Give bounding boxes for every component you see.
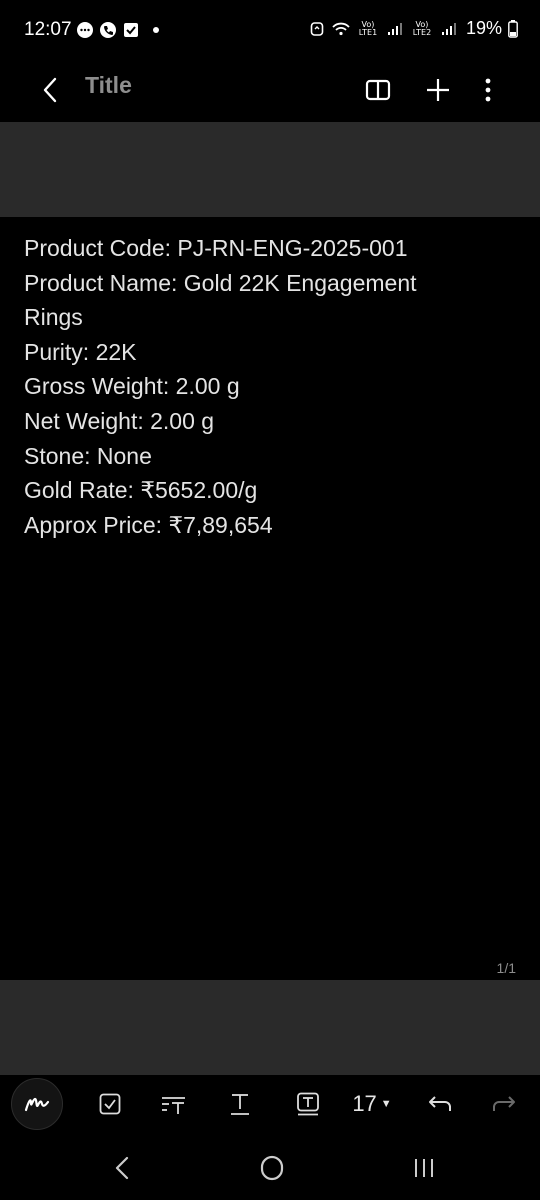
chat-bubble-icon bbox=[76, 21, 94, 39]
font-size-dropdown[interactable]: 17 ▼ bbox=[346, 1075, 398, 1133]
book-icon bbox=[365, 79, 391, 101]
chevron-left-icon bbox=[43, 77, 57, 103]
note-line-purity: Purity: 22K bbox=[24, 338, 137, 365]
redo-icon bbox=[493, 1096, 515, 1111]
signal-icon-1 bbox=[386, 20, 404, 38]
note-line-stone: Stone: None bbox=[24, 442, 152, 469]
handwriting-button[interactable] bbox=[10, 1075, 64, 1133]
editor-toolbar: 17 ▼ bbox=[0, 1075, 540, 1133]
system-navigation-bar bbox=[0, 1133, 540, 1200]
wifi-icon bbox=[332, 20, 350, 38]
text-box-icon bbox=[297, 1092, 319, 1116]
recents-icon bbox=[415, 1159, 433, 1177]
note-title[interactable]: Title bbox=[85, 72, 132, 99]
note-body[interactable]: Product Code: PJ-RN-ENG-2025-001 Product… bbox=[24, 231, 494, 542]
check-box-icon bbox=[122, 21, 140, 39]
battery-icon bbox=[508, 19, 518, 38]
text-box-button[interactable] bbox=[286, 1075, 330, 1133]
network-label-1: Vo) LTE1 bbox=[358, 19, 378, 37]
app-bar: Title bbox=[0, 62, 540, 122]
status-bar: 12:07 Vo) LTE1 Vo) LTE2 19% bbox=[0, 0, 540, 62]
header-margin-band bbox=[0, 122, 540, 217]
redo-button[interactable] bbox=[482, 1075, 526, 1133]
page-indicator: 1/1 bbox=[496, 960, 516, 976]
text-style-button[interactable] bbox=[152, 1075, 196, 1133]
status-right: Vo) LTE1 Vo) LTE2 19% bbox=[308, 18, 518, 39]
nav-back-button[interactable] bbox=[92, 1143, 152, 1193]
caret-down-icon: ▼ bbox=[380, 1098, 392, 1110]
nav-home-button[interactable] bbox=[242, 1143, 302, 1193]
checkbox-icon bbox=[99, 1093, 121, 1115]
more-options-button[interactable] bbox=[466, 68, 510, 112]
more-notifications-dot-icon bbox=[153, 27, 159, 33]
home-icon bbox=[260, 1155, 284, 1181]
note-line-product-name-cont: Rings bbox=[24, 304, 83, 331]
note-line-product-code: Product Code: PJ-RN-ENG-2025-001 bbox=[24, 235, 408, 261]
back-icon bbox=[115, 1156, 129, 1180]
call-icon bbox=[99, 21, 117, 39]
note-line-approx-price: Approx Price: ₹7,89,654 bbox=[24, 511, 273, 538]
note-line-net-weight: Net Weight: 2.00 g bbox=[24, 407, 215, 434]
text-format-button[interactable] bbox=[218, 1075, 262, 1133]
battery-percent: 19% bbox=[465, 18, 502, 38]
note-line-gross-weight: Gross Weight: 2.00 g bbox=[24, 373, 240, 400]
notification-icons bbox=[76, 21, 159, 39]
handwriting-icon bbox=[24, 1097, 50, 1112]
note-editor[interactable]: Product Code: PJ-RN-ENG-2025-001 Product… bbox=[0, 217, 540, 980]
signal-icon-2 bbox=[440, 20, 458, 38]
back-button[interactable] bbox=[36, 68, 64, 112]
text-style-icon bbox=[162, 1097, 185, 1114]
nav-recents-button[interactable] bbox=[394, 1143, 454, 1193]
reading-mode-button[interactable] bbox=[356, 68, 400, 112]
more-vert-icon bbox=[485, 78, 491, 102]
add-button[interactable] bbox=[416, 68, 460, 112]
checkbox-button[interactable] bbox=[88, 1075, 132, 1133]
text-format-icon bbox=[231, 1094, 249, 1115]
footer-margin-band bbox=[0, 980, 540, 1075]
note-line-product-name: Product Name: Gold 22K Engagement bbox=[24, 269, 417, 296]
network-label-2: Vo) LTE2 bbox=[412, 19, 432, 37]
plus-icon bbox=[427, 79, 449, 101]
undo-button[interactable] bbox=[418, 1075, 462, 1133]
font-size-value: 17 bbox=[352, 1091, 377, 1116]
alarm-icon bbox=[308, 20, 326, 38]
status-time: 12:07 bbox=[24, 19, 72, 40]
undo-icon bbox=[429, 1096, 451, 1111]
note-line-gold-rate: Gold Rate: ₹5652.00/g bbox=[24, 477, 258, 504]
